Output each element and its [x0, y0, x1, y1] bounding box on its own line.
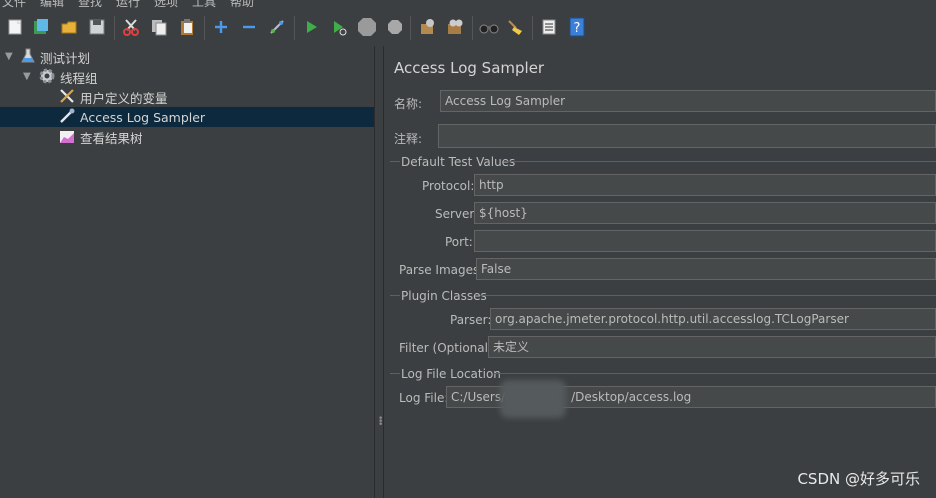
- templates-icon[interactable]: [30, 16, 52, 38]
- tree-node-thread-group[interactable]: 线程组: [38, 67, 98, 87]
- start-no-pause-icon[interactable]: [328, 16, 350, 38]
- open-icon[interactable]: [58, 16, 80, 38]
- new-icon[interactable]: [4, 16, 26, 38]
- log-file-location-title: Log File Location: [401, 367, 501, 381]
- toolbar: ?: [0, 10, 936, 47]
- port-label: Port:: [445, 235, 473, 249]
- clear-icon[interactable]: [416, 16, 438, 38]
- help-icon[interactable]: ?: [566, 16, 588, 38]
- paste-icon[interactable]: [176, 16, 198, 38]
- test-plan-icon: [20, 48, 36, 67]
- menu-run[interactable]: 运行: [116, 0, 140, 10]
- name-field[interactable]: Access Log Sampler: [440, 90, 936, 112]
- reset-search-icon[interactable]: [504, 16, 526, 38]
- shutdown-icon[interactable]: [384, 16, 406, 38]
- parse-images-field[interactable]: False: [476, 258, 936, 280]
- collapse-icon[interactable]: [238, 16, 260, 38]
- parse-images-label: Parse Images:: [399, 263, 484, 277]
- copy-icon[interactable]: [148, 16, 170, 38]
- wrench-icon: [58, 87, 76, 108]
- server-field[interactable]: ${host}: [474, 202, 936, 224]
- test-plan-tree: ▼ 测试计划 ▼ 线程组 用户定义的变量 Access Log Sampler …: [0, 46, 374, 498]
- search-icon[interactable]: [478, 16, 500, 38]
- filter-label: Filter (Optional):: [399, 341, 497, 355]
- parser-field[interactable]: org.apache.jmeter.protocol.http.util.acc…: [490, 308, 936, 330]
- watermark: CSDN @好多可乐: [797, 470, 920, 488]
- comment-field[interactable]: [438, 124, 936, 148]
- sampler-panel: Access Log Sampler 名称: Access Log Sample…: [384, 46, 936, 498]
- panel-title: Access Log Sampler: [394, 59, 545, 77]
- splitter[interactable]: • • •: [374, 46, 384, 498]
- log-file-label: Log File:: [399, 391, 449, 405]
- filter-field[interactable]: 未定义: [488, 336, 936, 358]
- server-label: Server:: [435, 207, 479, 221]
- name-label: 名称:: [394, 97, 423, 111]
- expand-icon[interactable]: [210, 16, 232, 38]
- save-icon[interactable]: [86, 16, 108, 38]
- default-test-values-title: Default Test Values: [401, 155, 516, 169]
- menu-help[interactable]: 帮助: [230, 0, 254, 10]
- port-field[interactable]: [474, 230, 936, 252]
- chevron-down-icon[interactable]: ▼: [23, 71, 31, 82]
- plugin-classes-title: Plugin Classes: [401, 289, 487, 303]
- menu-search[interactable]: 查找: [78, 0, 102, 10]
- redaction-blur: [500, 380, 566, 418]
- parser-label: Parser:: [450, 313, 492, 327]
- tree-node-user-variables[interactable]: 用户定义的变量: [58, 87, 168, 107]
- pipette-icon: [58, 107, 76, 128]
- menu-file[interactable]: 文件: [2, 0, 26, 10]
- splitter-grip-icon[interactable]: • • •: [378, 415, 383, 430]
- tree-node-view-results-tree[interactable]: 查看结果树: [58, 127, 143, 147]
- svg-text:?: ?: [574, 21, 581, 36]
- tree-node-test-plan[interactable]: 测试计划: [20, 47, 90, 67]
- protocol-field[interactable]: http: [474, 174, 936, 196]
- clear-all-icon[interactable]: [444, 16, 466, 38]
- cut-icon[interactable]: [120, 16, 142, 38]
- comment-label: 注释:: [394, 132, 423, 146]
- log-file-prefix: C:/Users/: [451, 390, 506, 404]
- log-file-suffix: /Desktop/access.log: [571, 390, 692, 404]
- menu-edit[interactable]: 编辑: [40, 0, 64, 10]
- chart-icon: [58, 127, 76, 148]
- function-helper-icon[interactable]: [538, 16, 560, 38]
- toggle-icon[interactable]: [266, 16, 288, 38]
- menu-tools[interactable]: 工具: [192, 0, 216, 10]
- tree-node-access-log-sampler[interactable]: Access Log Sampler: [0, 107, 374, 127]
- protocol-label: Protocol:: [422, 179, 475, 193]
- chevron-down-icon[interactable]: ▼: [5, 51, 13, 62]
- menu-bar: 文件 编辑 查找 运行 选项 工具 帮助: [0, 0, 936, 10]
- stop-icon[interactable]: [356, 16, 378, 38]
- menu-options[interactable]: 选项: [154, 0, 178, 10]
- gear-icon: [38, 67, 56, 88]
- start-icon[interactable]: [300, 16, 322, 38]
